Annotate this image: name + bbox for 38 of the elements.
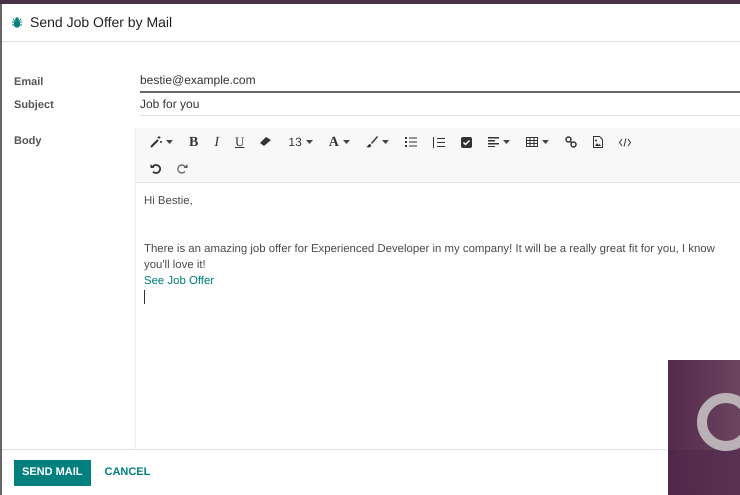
checkbox-icon[interactable] — [460, 136, 472, 148]
undo-icon[interactable] — [150, 162, 161, 174]
image-file-icon[interactable] — [592, 136, 603, 148]
field-label: Subject — [13, 98, 55, 112]
numbered-list-icon[interactable] — [432, 136, 445, 148]
toolbar-button[interactable]: B — [181, 129, 206, 155]
html-editor[interactable]: B I U 13 A Hi Bestie, There is an amazing job offer for Experienced Developer in my company! It will be a really great fit for you, I know you'll love it! See Job Offer — [135, 128, 740, 449]
toolbar-button[interactable]: A — [320, 129, 358, 155]
table-icon[interactable] — [526, 137, 538, 147]
magic-wand-icon[interactable] — [150, 136, 162, 148]
dialog-title: Send Job Offer by Mail — [30, 13, 172, 32]
input-field[interactable]: bestie@example.com — [140, 71, 740, 93]
job-offer-link[interactable]: See Job Offer — [144, 273, 214, 289]
toolbar-button[interactable]: U — [227, 129, 252, 155]
caret-icon — [542, 140, 549, 144]
align-left-icon[interactable] — [488, 137, 499, 147]
code-icon[interactable] — [618, 138, 631, 146]
bullet-list-icon[interactable] — [404, 137, 417, 147]
brush-icon[interactable] — [366, 136, 378, 148]
body-paragraph: Hi Bestie, — [144, 194, 194, 209]
caret-icon — [382, 140, 389, 144]
send-mail-button[interactable]: SEND MAIL — [14, 460, 90, 486]
bug-icon — [12, 17, 22, 28]
caret-icon — [342, 140, 350, 144]
toolbar-button[interactable]: 13 — [280, 129, 321, 155]
field-label: Body — [13, 134, 42, 149]
link-icon[interactable] — [564, 136, 577, 148]
toolbar-button[interactable]: I — [206, 129, 228, 155]
body-paragraph: There is an amazing job offer for Experienced Developer in my company! It will be a really great fit for you, I know you'll love it! — [144, 242, 716, 273]
input-field[interactable]: Job for you — [140, 95, 740, 116]
cancel-button[interactable]: CANCEL — [96, 460, 158, 486]
eraser-icon[interactable] — [260, 137, 272, 147]
text-cursor — [144, 290, 145, 304]
caret-icon — [306, 140, 313, 144]
redo-icon[interactable] — [177, 162, 188, 174]
caret-icon — [502, 140, 510, 144]
caret-icon — [166, 140, 173, 144]
field-label: Email — [13, 74, 44, 90]
